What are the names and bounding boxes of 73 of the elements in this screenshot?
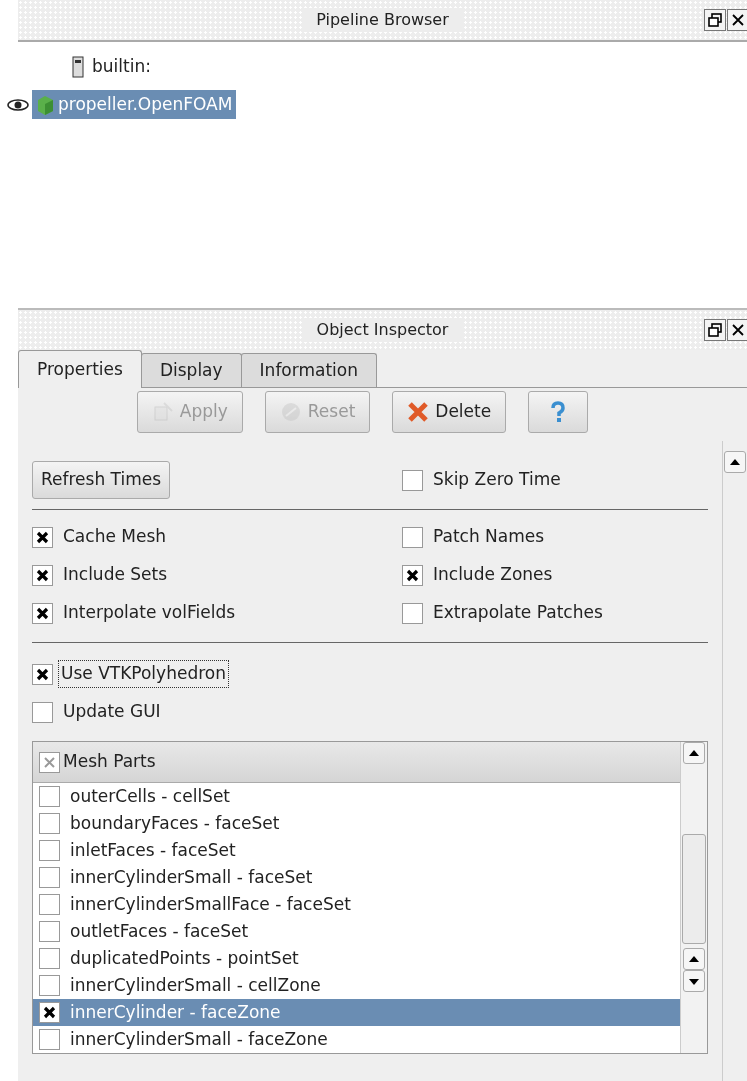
pipeline-item[interactable]: builtin: bbox=[66, 52, 155, 82]
x-mark-icon bbox=[43, 1006, 56, 1019]
checkbox[interactable] bbox=[39, 894, 60, 915]
float-icon bbox=[708, 323, 722, 337]
checkbox[interactable] bbox=[39, 1029, 60, 1050]
checkbox-label: Update GUI bbox=[63, 700, 161, 724]
checkbox[interactable] bbox=[32, 663, 53, 685]
close-button[interactable] bbox=[727, 319, 747, 341]
scroll-up-button[interactable] bbox=[724, 451, 746, 473]
checkbox[interactable] bbox=[402, 564, 423, 586]
delete-icon bbox=[407, 401, 430, 423]
checkbox[interactable] bbox=[39, 813, 60, 834]
checkbox[interactable] bbox=[39, 1002, 60, 1023]
list-item[interactable]: innerCylinderSmall - faceZone bbox=[33, 1026, 680, 1053]
close-button[interactable] bbox=[727, 9, 747, 31]
panel-title: Object Inspector bbox=[302, 318, 463, 342]
list-item[interactable]: duplicatedPoints - pointSet bbox=[33, 945, 680, 972]
help-button[interactable] bbox=[528, 391, 589, 433]
tab[interactable]: Properties bbox=[18, 349, 142, 388]
document-icon bbox=[151, 401, 174, 423]
checkbox-label: Include Zones bbox=[433, 563, 553, 587]
scroll-down-button[interactable] bbox=[683, 970, 705, 992]
close-icon bbox=[731, 13, 745, 27]
x-mark-icon bbox=[406, 568, 419, 582]
scroll-up-button[interactable] bbox=[683, 742, 705, 764]
list-item[interactable]: outletFaces - faceSet bbox=[33, 918, 680, 945]
x-mark-icon bbox=[36, 568, 49, 582]
checkbox[interactable] bbox=[32, 526, 53, 548]
checkbox[interactable] bbox=[32, 564, 53, 586]
checkbox[interactable] bbox=[402, 469, 423, 491]
checkbox[interactable] bbox=[402, 602, 423, 624]
eye-icon[interactable] bbox=[7, 98, 29, 111]
checkbox-label: Extrapolate Patches bbox=[433, 601, 603, 625]
checkbox-label: Interpolate volFields bbox=[63, 601, 236, 625]
float-button[interactable] bbox=[704, 9, 726, 31]
list-item[interactable]: outerCells - cellSet bbox=[33, 783, 680, 810]
x-mark-icon bbox=[36, 530, 49, 544]
close-icon bbox=[731, 323, 745, 337]
x-mark-icon bbox=[43, 755, 56, 769]
checkbox[interactable] bbox=[39, 867, 60, 888]
checkbox[interactable] bbox=[402, 526, 423, 548]
checkbox-label: Skip Zero Time bbox=[433, 468, 561, 492]
list-item[interactable]: innerCylinderSmallFace - faceSet bbox=[33, 891, 680, 918]
delete-button[interactable]: Delete bbox=[392, 391, 507, 433]
float-icon bbox=[708, 13, 722, 27]
checkbox-label: Cache Mesh bbox=[63, 525, 167, 549]
tab[interactable]: Information bbox=[240, 352, 377, 387]
checkbox[interactable] bbox=[32, 602, 53, 624]
header-checkbox[interactable] bbox=[39, 751, 60, 773]
checkbox[interactable] bbox=[39, 975, 60, 996]
checkbox[interactable] bbox=[39, 948, 60, 969]
checkbox-label: Use VTKPolyhedron bbox=[59, 661, 228, 687]
list-item[interactable]: innerCylinderSmall - faceSet bbox=[33, 864, 680, 891]
reader-icon bbox=[36, 93, 54, 116]
refresh-times-button[interactable]: Refresh Times bbox=[32, 461, 171, 499]
column-header: Mesh Parts bbox=[63, 750, 156, 774]
checkbox[interactable] bbox=[39, 921, 60, 942]
x-mark-icon bbox=[36, 606, 49, 620]
scrollbar-thumb[interactable] bbox=[682, 834, 706, 944]
scroll-up-button[interactable] bbox=[683, 948, 705, 970]
tab[interactable]: Display bbox=[140, 352, 242, 387]
checkbox[interactable] bbox=[39, 840, 60, 861]
checkbox-label: Patch Names bbox=[433, 525, 545, 549]
checkbox[interactable] bbox=[39, 786, 60, 807]
reset-icon bbox=[279, 401, 302, 423]
x-mark-icon bbox=[36, 667, 49, 681]
checkbox-label: Include Sets bbox=[63, 563, 168, 587]
list-item[interactable]: innerCylinderSmall - cellZone bbox=[33, 972, 680, 999]
checkbox[interactable] bbox=[32, 701, 53, 723]
float-button[interactable] bbox=[704, 319, 726, 341]
panel-title: Pipeline Browser bbox=[302, 7, 463, 32]
list-item[interactable]: inletFaces - faceSet bbox=[33, 837, 680, 864]
list-item[interactable]: boundaryFaces - faceSet bbox=[33, 810, 680, 837]
